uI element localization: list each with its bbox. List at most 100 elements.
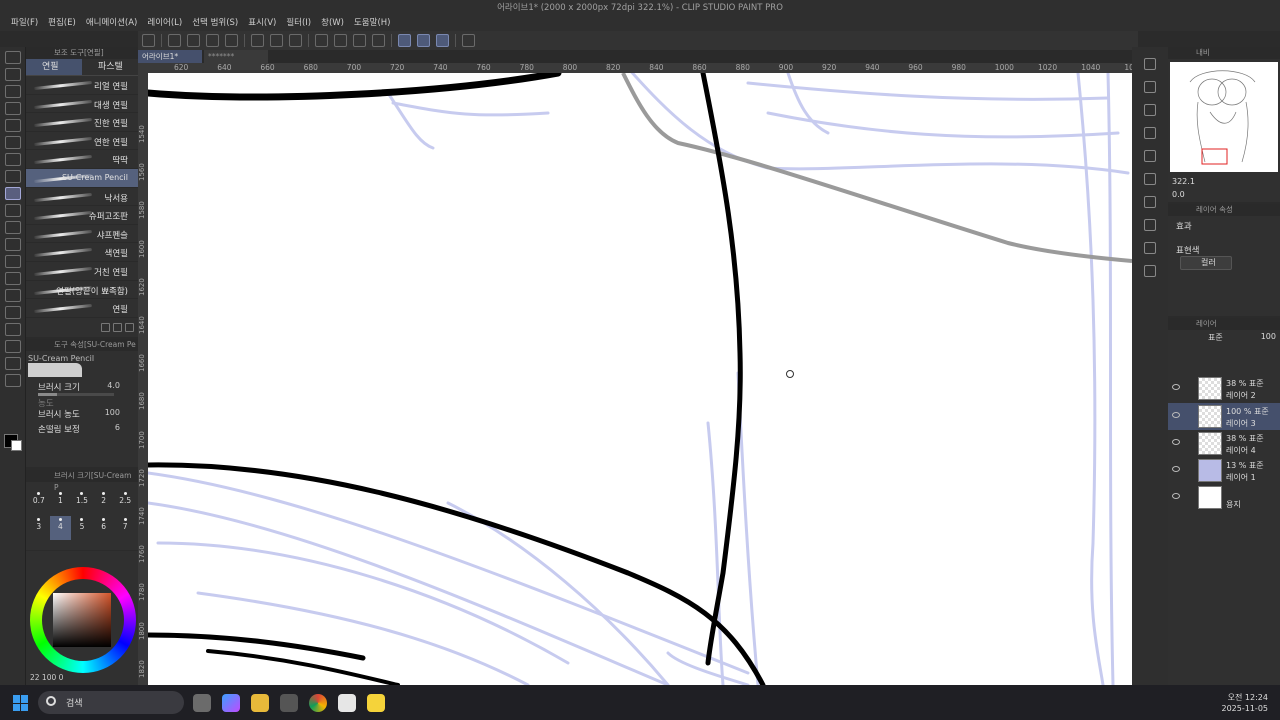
layer-opacity-value[interactable]: 100 bbox=[1261, 332, 1276, 341]
brush-item[interactable]: 리얼 연필 bbox=[26, 76, 138, 95]
material-icon[interactable] bbox=[1144, 104, 1156, 116]
clip-studio-icon[interactable] bbox=[338, 694, 356, 712]
copy-subtool-icon[interactable] bbox=[101, 323, 110, 332]
search-input[interactable]: 검색 bbox=[38, 691, 184, 714]
blend-mode-select[interactable]: 표준 bbox=[1208, 332, 1223, 343]
eye-icon[interactable] bbox=[1172, 493, 1180, 499]
layer-row[interactable]: 38 % 표준 레이어 2 bbox=[1168, 375, 1280, 402]
eye-icon[interactable] bbox=[1172, 466, 1180, 472]
timeline-icon[interactable] bbox=[1144, 242, 1156, 254]
task-view-icon[interactable] bbox=[193, 694, 211, 712]
kakaotalk-icon[interactable] bbox=[367, 694, 385, 712]
size-preset[interactable]: 2.5 bbox=[114, 490, 136, 514]
size-preset-active[interactable]: 4 bbox=[49, 516, 72, 540]
brush-size-value[interactable]: 4.0 bbox=[107, 381, 120, 390]
create-subtool-icon[interactable] bbox=[113, 323, 122, 332]
fill-icon[interactable] bbox=[315, 34, 328, 47]
home-icon[interactable] bbox=[142, 34, 155, 47]
size-preset[interactable]: 1.5 bbox=[71, 490, 93, 514]
menu-edit[interactable]: 편집(E) bbox=[43, 16, 81, 31]
layer-row-active[interactable]: 100 % 표준 레이어 3 bbox=[1168, 403, 1280, 430]
windows-start-icon[interactable] bbox=[13, 695, 29, 711]
search-icon[interactable] bbox=[1144, 58, 1156, 70]
menu-animation[interactable]: 애니메이션(A) bbox=[81, 16, 143, 31]
menu-help[interactable]: 도움말(H) bbox=[349, 16, 395, 31]
navigator-thumbnail[interactable] bbox=[1170, 62, 1278, 172]
history-icon[interactable] bbox=[1144, 173, 1156, 185]
saturation-value-box[interactable] bbox=[53, 593, 111, 647]
brush-tool-icon[interactable] bbox=[5, 204, 21, 217]
lasso-tool-icon[interactable] bbox=[5, 153, 21, 166]
eye-icon[interactable] bbox=[1172, 384, 1180, 390]
tab-pastel[interactable]: 파스텔 bbox=[82, 59, 138, 75]
item-bank-icon[interactable] bbox=[1144, 219, 1156, 231]
fill-tool-icon[interactable] bbox=[5, 255, 21, 268]
brush-size-slider[interactable] bbox=[38, 393, 114, 396]
tab-document-active[interactable]: 어라이브1* bbox=[138, 50, 202, 63]
menu-view[interactable]: 표시(V) bbox=[243, 16, 281, 31]
stabilization-row[interactable]: 손떨림 보정 6 bbox=[26, 422, 138, 440]
export-icon[interactable] bbox=[225, 34, 238, 47]
brush-item[interactable]: 거친 연필 bbox=[26, 262, 138, 281]
size-preset[interactable]: 0.7 bbox=[28, 490, 50, 514]
eyedropper-tool-icon[interactable] bbox=[5, 136, 21, 149]
undo-icon[interactable] bbox=[251, 34, 264, 47]
zoom-level[interactable]: 322.1 bbox=[1172, 177, 1195, 186]
balloon-tool-icon[interactable] bbox=[5, 340, 21, 353]
size-preset[interactable]: 5 bbox=[71, 516, 93, 540]
sub-view-icon[interactable] bbox=[1144, 150, 1156, 162]
drawing-canvas[interactable] bbox=[148, 73, 1132, 685]
ruler-tool-icon[interactable] bbox=[5, 323, 21, 336]
size-preset[interactable]: 6 bbox=[93, 516, 115, 540]
figure-tool-icon[interactable] bbox=[5, 306, 21, 319]
layer-row[interactable]: 13 % 표준 레이어 1 bbox=[1168, 457, 1280, 484]
brush-size-row[interactable]: 브러시 크기 4.0 bbox=[26, 380, 138, 398]
size-preset[interactable]: 7 bbox=[114, 516, 136, 540]
snap-special-ruler-icon[interactable] bbox=[417, 34, 430, 47]
layer-row[interactable]: 38 % 표준 레이어 4 bbox=[1168, 430, 1280, 457]
tab-pencil[interactable]: 연필 bbox=[26, 59, 82, 75]
pen-tool-icon[interactable] bbox=[5, 170, 21, 183]
operation-tool-icon[interactable] bbox=[5, 68, 21, 81]
rotation-angle[interactable]: 0.0 bbox=[1172, 190, 1185, 199]
layer-property-icon[interactable] bbox=[1144, 81, 1156, 93]
menu-window[interactable]: 창(W) bbox=[316, 16, 349, 31]
crop-icon[interactable] bbox=[334, 34, 347, 47]
brush-item[interactable]: 연한 연필 bbox=[26, 132, 138, 151]
delete-subtool-icon[interactable] bbox=[125, 323, 134, 332]
brush-item[interactable]: 딱딱 bbox=[26, 150, 138, 169]
layer-row[interactable]: 용지 bbox=[1168, 484, 1280, 511]
gradient-tool-icon[interactable] bbox=[5, 272, 21, 285]
invert-selection-icon[interactable] bbox=[372, 34, 385, 47]
stabilization-value[interactable]: 6 bbox=[115, 423, 120, 432]
menu-layer[interactable]: 레이어(L) bbox=[142, 16, 187, 31]
animation-cels-icon[interactable] bbox=[1144, 265, 1156, 277]
brush-density-value[interactable]: 100 bbox=[105, 408, 120, 417]
open-file-icon[interactable] bbox=[187, 34, 200, 47]
close-icon[interactable] bbox=[1144, 127, 1156, 139]
brush-item[interactable]: 대생 연필 bbox=[26, 95, 138, 114]
snap-grid-icon[interactable] bbox=[436, 34, 449, 47]
brush-item[interactable]: 낙서용 bbox=[26, 188, 138, 207]
sub-color-swatch[interactable] bbox=[11, 440, 22, 451]
save-icon[interactable] bbox=[206, 34, 219, 47]
eye-icon[interactable] bbox=[1172, 439, 1180, 445]
pencil-tool-icon[interactable] bbox=[5, 187, 21, 200]
frame-tool-icon[interactable] bbox=[5, 289, 21, 302]
move-layer-tool-icon[interactable] bbox=[5, 85, 21, 98]
eye-icon[interactable] bbox=[1172, 412, 1180, 418]
auto-select-tool-icon[interactable] bbox=[5, 119, 21, 132]
chrome-icon[interactable] bbox=[309, 694, 327, 712]
line-correction-tool-icon[interactable] bbox=[5, 374, 21, 387]
size-preset[interactable]: 3 bbox=[28, 516, 50, 540]
text-tool-icon[interactable] bbox=[5, 357, 21, 370]
airbrush-tool-icon[interactable] bbox=[5, 221, 21, 234]
new-file-icon[interactable] bbox=[168, 34, 181, 47]
selection-tool-icon[interactable] bbox=[5, 102, 21, 115]
brush-item[interactable]: 진한 연필 bbox=[26, 113, 138, 132]
menu-filter[interactable]: 필터(I) bbox=[281, 16, 316, 31]
brush-item[interactable]: 색연필 bbox=[26, 243, 138, 262]
brush-item[interactable]: 연필 bbox=[26, 299, 138, 318]
brush-item[interactable]: 연필(양끝이 뾰족함) bbox=[26, 281, 138, 300]
tab-document[interactable]: ******* bbox=[204, 50, 268, 63]
